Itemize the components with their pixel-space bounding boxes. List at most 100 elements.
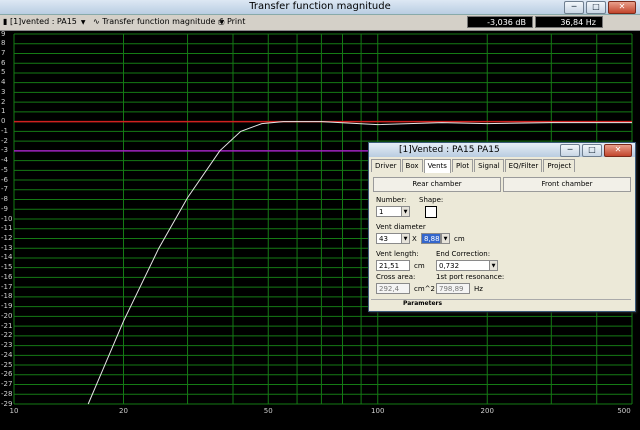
number-input[interactable]: 1 [376, 206, 402, 217]
minimize-icon[interactable]: ─ [564, 1, 584, 14]
dialog-close-icon[interactable]: ✕ [604, 144, 632, 157]
y-tick-label: -13 [1, 243, 13, 252]
tab-plot[interactable]: Plot [451, 159, 474, 172]
x-tick-label: 10 [9, 407, 19, 415]
times-sign: X [412, 235, 417, 243]
end-correction-label: End Correction: [436, 250, 491, 258]
y-tick-label: 0 [1, 117, 6, 126]
tab-vents[interactable]: Vents [423, 159, 451, 173]
y-tick-label: -14 [1, 253, 13, 262]
window-title: Transfer function magnitude [249, 1, 391, 12]
y-tick-label: -27 [1, 380, 13, 389]
y-tick-label: -7 [1, 185, 8, 194]
status-bar: Parameters [371, 299, 631, 309]
y-tick-label: -25 [1, 360, 13, 369]
y-tick-label: -9 [1, 204, 8, 213]
y-tick-label: -28 [1, 389, 13, 398]
cross-area-unit: cm^2 [414, 285, 435, 293]
title-bar: Transfer function magnitude ─ □ ✕ [0, 0, 640, 15]
number-dropdown-icon[interactable]: ▼ [401, 206, 410, 217]
y-tick-label: -8 [1, 195, 8, 204]
vent-length-input[interactable]: 21,51 [376, 260, 410, 271]
y-tick-label: -18 [1, 292, 13, 301]
y-tick-label: -12 [1, 233, 13, 242]
dialog-tabs: Driver Box Vents Plot Signal EQ/Filter Project [371, 159, 576, 173]
vent-diameter-2-dropdown-icon[interactable]: ▼ [441, 233, 450, 244]
vent-length-unit: cm [414, 262, 425, 270]
y-tick-label: -22 [1, 331, 13, 340]
tab-eq-filter[interactable]: EQ/Filter [504, 159, 543, 172]
y-tick-label: -10 [1, 214, 13, 223]
vent-length-label: Vent length: [376, 250, 419, 258]
y-tick-label: -4 [1, 156, 8, 165]
y-tick-label: 7 [1, 48, 6, 57]
x-tick-label: 500 [617, 407, 631, 415]
toolbar: ▮ [1]vented : PA15 ▼ ∿ Transfer function … [0, 15, 640, 31]
y-tick-label: -24 [1, 350, 13, 359]
port-resonance-value: 798,89 [436, 283, 470, 294]
y-tick-label: -19 [1, 302, 13, 311]
status-text: Parameters [403, 300, 443, 307]
tab-box[interactable]: Box [401, 159, 423, 172]
tab-driver[interactable]: Driver [371, 159, 401, 172]
y-tick-label: -2 [1, 136, 8, 145]
shape-checkbox[interactable] [425, 206, 437, 218]
y-tick-label: 9 [1, 29, 6, 38]
hz-readout: 36,84 Hz [535, 16, 603, 28]
y-tick-label: 4 [1, 78, 6, 87]
x-tick-label: 100 [371, 407, 385, 415]
port-resonance-unit: Hz [474, 285, 483, 293]
document-icon: ▮ [3, 17, 8, 26]
tab-project[interactable]: Project [543, 159, 576, 172]
waveform-icon: ∿ [93, 17, 100, 26]
y-tick-label: 3 [1, 87, 6, 96]
port-resonance-label: 1st port resonance: [436, 273, 505, 281]
end-correction-dropdown-icon[interactable]: ▼ [489, 260, 498, 271]
maximize-icon[interactable]: □ [586, 1, 606, 14]
x-tick-label: 200 [480, 407, 494, 415]
vent-diameter-input[interactable]: 43 [376, 233, 402, 244]
y-tick-label: -16 [1, 272, 13, 281]
y-tick-label: -26 [1, 370, 13, 379]
vent-diameter-input-2[interactable]: 8,88 [421, 233, 441, 244]
close-icon[interactable]: ✕ [608, 1, 636, 14]
y-tick-label: 2 [1, 97, 6, 106]
app-window: Transfer function magnitude ─ □ ✕ ▮ [1]v… [0, 0, 640, 430]
dialog-title: [1]Vented : PA15 PA15 [399, 145, 500, 155]
dialog-minimize-icon[interactable]: ─ [560, 144, 580, 157]
y-tick-label: -15 [1, 263, 13, 272]
printer-icon: ⎙ [218, 17, 225, 26]
y-tick-label: 6 [1, 58, 6, 67]
y-tick-label: -6 [1, 175, 8, 184]
vent-diameter-dropdown-icon[interactable]: ▼ [401, 233, 410, 244]
print-button[interactable]: ⎙ Print [218, 16, 245, 28]
y-tick-label: -23 [1, 341, 13, 350]
y-tick-label: -5 [1, 165, 8, 174]
y-tick-label: -3 [1, 146, 8, 155]
end-correction-input[interactable]: 0,732 [436, 260, 490, 271]
y-tick-label: 5 [1, 68, 6, 77]
dialog-controls: ─ □ ✕ [560, 144, 632, 157]
y-tick-label: -1 [1, 126, 8, 135]
view-select[interactable]: ∿ Transfer function magnitude ▼ [93, 16, 224, 28]
vent-diameter-label: Vent diameter [376, 223, 426, 231]
db-readout: -3,036 dB [467, 16, 533, 28]
x-tick-label: 50 [263, 407, 273, 415]
y-tick-label: -20 [1, 311, 13, 320]
dialog-maximize-icon[interactable]: □ [582, 144, 602, 157]
x-tick-label: 20 [119, 407, 128, 415]
cross-area-value: 292,4 [376, 283, 410, 294]
shape-label: Shape: [419, 196, 444, 204]
front-chamber-button[interactable]: Front chamber [503, 177, 631, 192]
vents-dialog: [1]Vented : PA15 PA15 ─ □ ✕ Driver Box Ven… [368, 142, 636, 312]
cross-area-label: Cross area: [376, 273, 416, 281]
rear-chamber-button[interactable]: Rear chamber [373, 177, 501, 192]
dialog-title-bar: [1]Vented : PA15 PA15 ─ □ ✕ [369, 143, 635, 157]
y-tick-label: -17 [1, 282, 13, 291]
window-controls: ─ □ ✕ [564, 1, 636, 14]
tab-signal[interactable]: Signal [474, 159, 504, 172]
number-label: Number: [376, 196, 407, 204]
y-tick-label: -11 [1, 224, 13, 233]
y-tick-label: 8 [1, 39, 6, 48]
project-select[interactable]: ▮ [1]vented : PA15 ▼ [3, 16, 86, 28]
